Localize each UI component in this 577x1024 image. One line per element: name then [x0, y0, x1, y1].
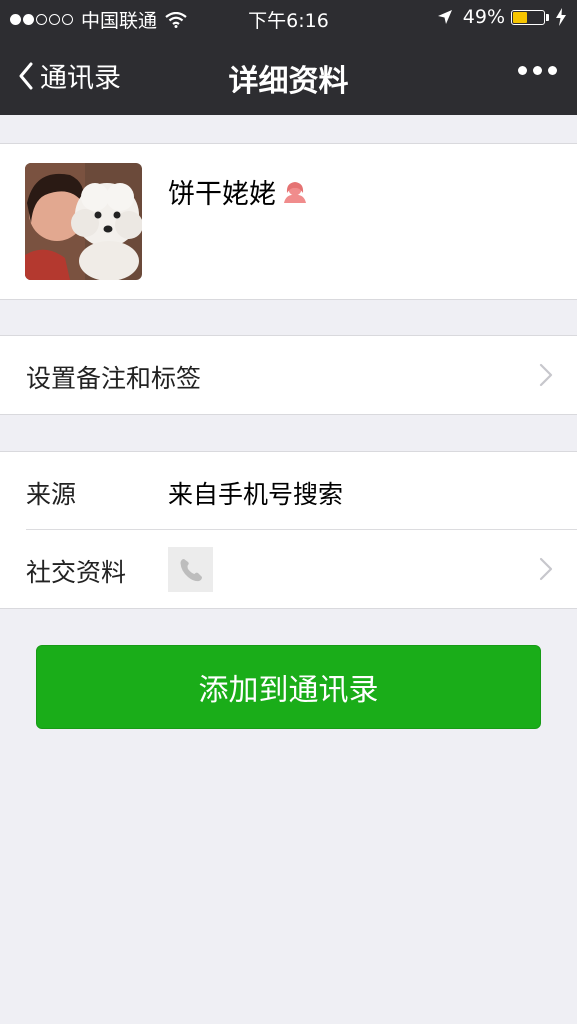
source-label: 来源 [26, 480, 77, 509]
set-remark-row[interactable]: 设置备注和标签 [0, 335, 577, 415]
status-right: 49% [437, 6, 567, 28]
avatar[interactable] [25, 163, 142, 280]
top-bar: 中国联通 下午6:16 49% 通讯录 详细资料 [0, 0, 577, 115]
set-remark-label: 设置备注和标签 [26, 364, 202, 393]
location-arrow-icon [437, 10, 452, 24]
phone-icon [168, 547, 213, 592]
chevron-right-icon [539, 557, 553, 581]
contact-name-row: 饼干姥姥 [168, 172, 308, 211]
social-profile-label: 社交资料 [26, 558, 127, 587]
info-section: 来源 来自手机号搜索 社交资料 [0, 451, 577, 609]
female-icon [284, 181, 306, 203]
profile-card: 饼干姥姥 [0, 143, 577, 300]
battery-tip [546, 13, 549, 21]
status-bar: 中国联通 下午6:16 49% [0, 0, 577, 38]
charging-bolt-icon [556, 8, 566, 26]
social-profile-row[interactable]: 社交资料 [0, 530, 577, 607]
source-row: 来源 来自手机号搜索 [0, 452, 577, 529]
add-to-contacts-button[interactable]: 添加到通讯录 [36, 645, 541, 729]
page-title: 详细资料 [228, 64, 349, 99]
more-options-button[interactable] [512, 66, 557, 75]
source-value: 来自手机号搜索 [168, 480, 344, 509]
navigation-bar: 通讯录 详细资料 [0, 38, 577, 115]
contact-name: 饼干姥姥 [168, 179, 276, 210]
battery-percent: 49% [462, 6, 505, 28]
battery-icon [511, 9, 545, 25]
chevron-right-icon [539, 363, 553, 387]
